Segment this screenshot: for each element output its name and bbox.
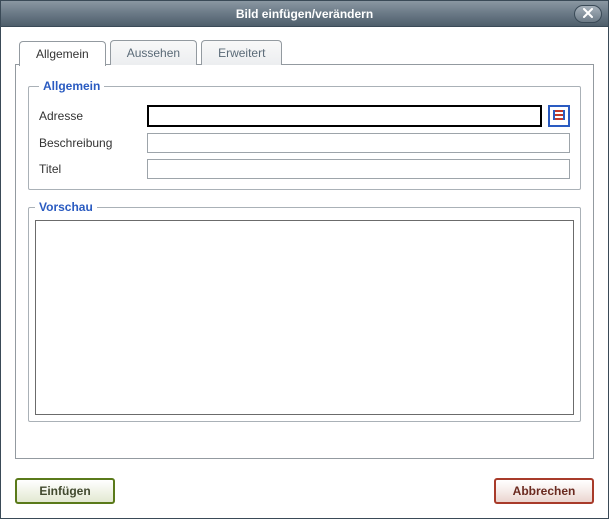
input-title[interactable]	[147, 159, 570, 179]
row-description: Beschreibung	[39, 133, 570, 153]
dialog-title: Bild einfügen/verändern	[236, 7, 373, 21]
tab-advanced[interactable]: Erweitert	[201, 40, 282, 65]
input-address[interactable]	[147, 105, 542, 127]
preview-area	[35, 220, 574, 415]
row-address: Adresse	[39, 105, 570, 127]
tab-appearance[interactable]: Aussehen	[110, 40, 197, 65]
titlebar: Bild einfügen/verändern	[1, 1, 608, 27]
insert-button[interactable]: Einfügen	[15, 478, 115, 504]
label-title: Titel	[39, 162, 147, 176]
fieldset-preview: Vorschau	[28, 200, 581, 422]
row-title: Titel	[39, 159, 570, 179]
dialog-content: Allgemein Aussehen Erweitert Allgemein A…	[1, 27, 608, 466]
tab-strip: Allgemein Aussehen Erweitert	[19, 40, 594, 65]
fieldset-general: Allgemein Adresse	[28, 79, 581, 190]
fieldset-general-legend: Allgemein	[39, 79, 104, 93]
browse-button[interactable]	[548, 105, 570, 127]
tab-panel-general: Allgemein Adresse	[15, 64, 594, 459]
label-description: Beschreibung	[39, 136, 147, 150]
dialog-footer: Einfügen Abbrechen	[1, 466, 608, 518]
input-description[interactable]	[147, 133, 570, 153]
label-address: Adresse	[39, 109, 147, 123]
close-button[interactable]	[574, 5, 602, 23]
cancel-button[interactable]: Abbrechen	[494, 478, 594, 504]
dialog-window: Bild einfügen/verändern Allgemein Ausseh…	[0, 0, 609, 519]
tab-general[interactable]: Allgemein	[19, 41, 106, 66]
fieldset-preview-legend: Vorschau	[35, 200, 97, 214]
close-icon	[583, 7, 593, 21]
browse-icon	[552, 108, 566, 125]
